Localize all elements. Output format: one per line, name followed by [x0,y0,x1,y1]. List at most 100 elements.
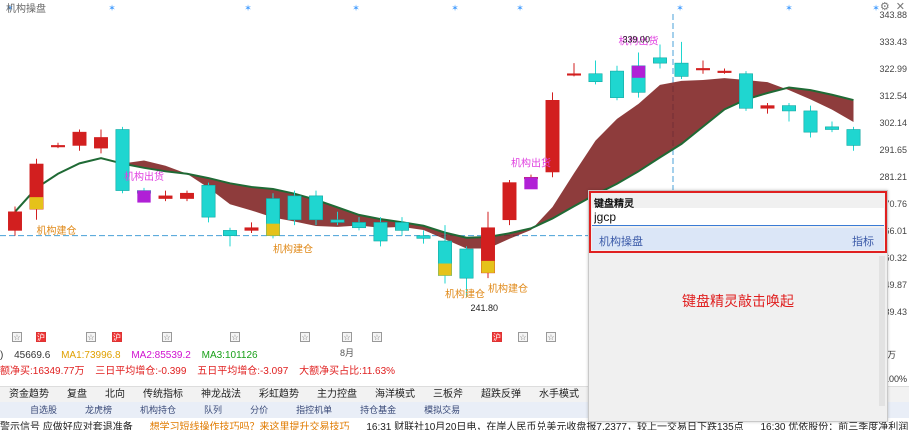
candle-body [287,195,302,221]
tab-sailor[interactable]: 水手模式 [530,387,588,402]
candle-body [846,129,861,146]
sell-marker [631,65,646,78]
unit-label: 万 [887,350,897,360]
candle-body [825,126,839,130]
candle-body [244,227,259,231]
star-event-icon[interactable]: ☆ [86,332,96,342]
star-event-icon[interactable]: ☆ [300,332,310,342]
exchange-event-icon[interactable]: 沪 [492,332,502,342]
exchange-event-icon[interactable]: 沪 [112,332,122,342]
top-star-marker: ✶ [676,3,684,13]
keyboard-wizard[interactable]: 键盘精灵 机构操盘 指标 键盘精灵敲击唤起 [588,190,888,422]
sell-label: 机构出货 [124,170,164,183]
candle-body [588,73,603,83]
ticker-item[interactable]: 16:31 财联社10月20日电，在岸人民币兑美元收盘报7.2377，较上一交易… [366,422,743,430]
build-label: 机构建仓 [445,287,485,300]
star-event-icon[interactable]: ☆ [546,332,556,342]
price-tick-label: 281.21 [879,172,907,182]
low-label: 241.80 [471,303,499,313]
price-tick-label: 302.14 [879,118,907,128]
build-marker [438,263,452,276]
ticker-item[interactable]: 警示信号 应做好应对套退准备 [0,422,133,430]
top-star-marker: ✶ [451,3,459,13]
build-label: 机构建仓 [37,224,77,237]
sell-marker [137,190,151,203]
price-tick-label: 343.88 [879,10,907,20]
tab-funds[interactable]: 持仓基金 [346,402,410,418]
candle-body [94,137,108,149]
price-tick-label: 291.65 [879,145,907,155]
ticker-item[interactable]: 想学习短线操作技巧吗？来这里提升交易技巧 [150,422,350,430]
window-title: 机构操盘 [6,4,46,15]
tab-dragon-tiger[interactable]: 龙虎榜 [71,402,126,418]
star-event-icon[interactable]: ☆ [518,332,528,342]
tab-sim-trade[interactable]: 模拟交易 [410,402,474,418]
vol-value: 45669.6 [14,350,51,361]
tab-watchlist[interactable]: 自选股 [0,402,71,418]
candle-body [610,70,624,98]
candle-body [158,195,173,199]
stat-5day: 五日平均增仓:-3.097 [197,366,289,377]
build-marker [481,260,495,273]
candle-body [416,235,431,239]
tab-capital-trend[interactable]: 资金趋势 [0,387,58,402]
star-event-icon[interactable]: ☆ [372,332,382,342]
top-star-marker: ✶ [244,3,252,13]
stat-net-buy: 额净买:16349.77万 [0,366,85,377]
tab-price-split[interactable]: 分价 [236,402,282,418]
price-tick-label: 333.43 [879,37,907,47]
price-tick-label: 312.54 [879,91,907,101]
tab-rainbow[interactable]: 彩虹趋势 [250,387,308,402]
tab-queue[interactable]: 队列 [190,402,236,418]
top-star-marker: ✶ [516,3,524,13]
candle-body [717,70,732,73]
tab-institution[interactable]: 机构持仓 [126,402,190,418]
tab-review[interactable]: 复盘 [58,387,96,402]
stat-ratio: 大额净买占比:11.63% [299,366,396,377]
candle-body [696,68,710,71]
result-name: 机构操盘 [599,236,643,248]
candle-body [567,73,581,76]
candle-body [459,248,474,279]
tab-rebound[interactable]: 超跌反弹 [472,387,530,402]
tab-traditional[interactable]: 传统指标 [134,387,192,402]
tab-three-axes[interactable]: 三板斧 [424,387,472,402]
tab-orders[interactable]: 指控机单 [282,402,346,418]
top-star-marker: ✶ [352,3,360,13]
vol-prefix: ) [0,350,4,361]
keyboard-wizard-result[interactable]: 机构操盘 指标 [592,228,884,250]
star-event-icon[interactable]: ☆ [12,332,22,342]
tab-ocean[interactable]: 海洋模式 [366,387,424,402]
tab-main-control[interactable]: 主力控盘 [308,387,366,402]
candle-body [760,105,775,109]
tab-northbound[interactable]: 北向 [96,387,134,402]
price-tick-label: 322.99 [879,64,907,74]
candle-body [201,184,216,218]
star-event-icon[interactable]: ☆ [162,332,172,342]
result-type: 指标 [852,236,874,248]
candle-body [803,110,818,133]
ticker-item[interactable]: 16:30 优依股份：前三季度净利润1.27亿元 同比增 [760,422,909,430]
candle-body [674,62,689,77]
star-event-icon[interactable]: ☆ [230,332,240,342]
keyboard-wizard-highlight: 键盘精灵 机构操盘 指标 [589,191,887,253]
sell-label: 机构出货 [511,157,551,170]
keyboard-wizard-scrollbar[interactable] [879,256,885,406]
candle-body [373,222,388,242]
candle-body [653,57,667,64]
build-marker [29,197,44,210]
keyboard-wizard-input[interactable] [592,208,884,226]
candle-body [502,182,517,221]
ma1-value: MA1:73996.8 [61,350,121,361]
stat-3day: 三日平均增仓:-0.399 [95,366,187,377]
ma3-value: MA3:101126 [201,350,258,361]
candle-body [223,230,237,236]
top-star-marker: ✶ [785,3,793,13]
candle-body [782,105,796,112]
candle-body [330,219,345,223]
exchange-event-icon[interactable]: 沪 [36,332,46,342]
candle-body [8,211,22,231]
star-event-icon[interactable]: ☆ [342,332,352,342]
tab-dragon[interactable]: 神龙战法 [192,387,250,402]
build-label: 机构建仓 [273,242,313,255]
